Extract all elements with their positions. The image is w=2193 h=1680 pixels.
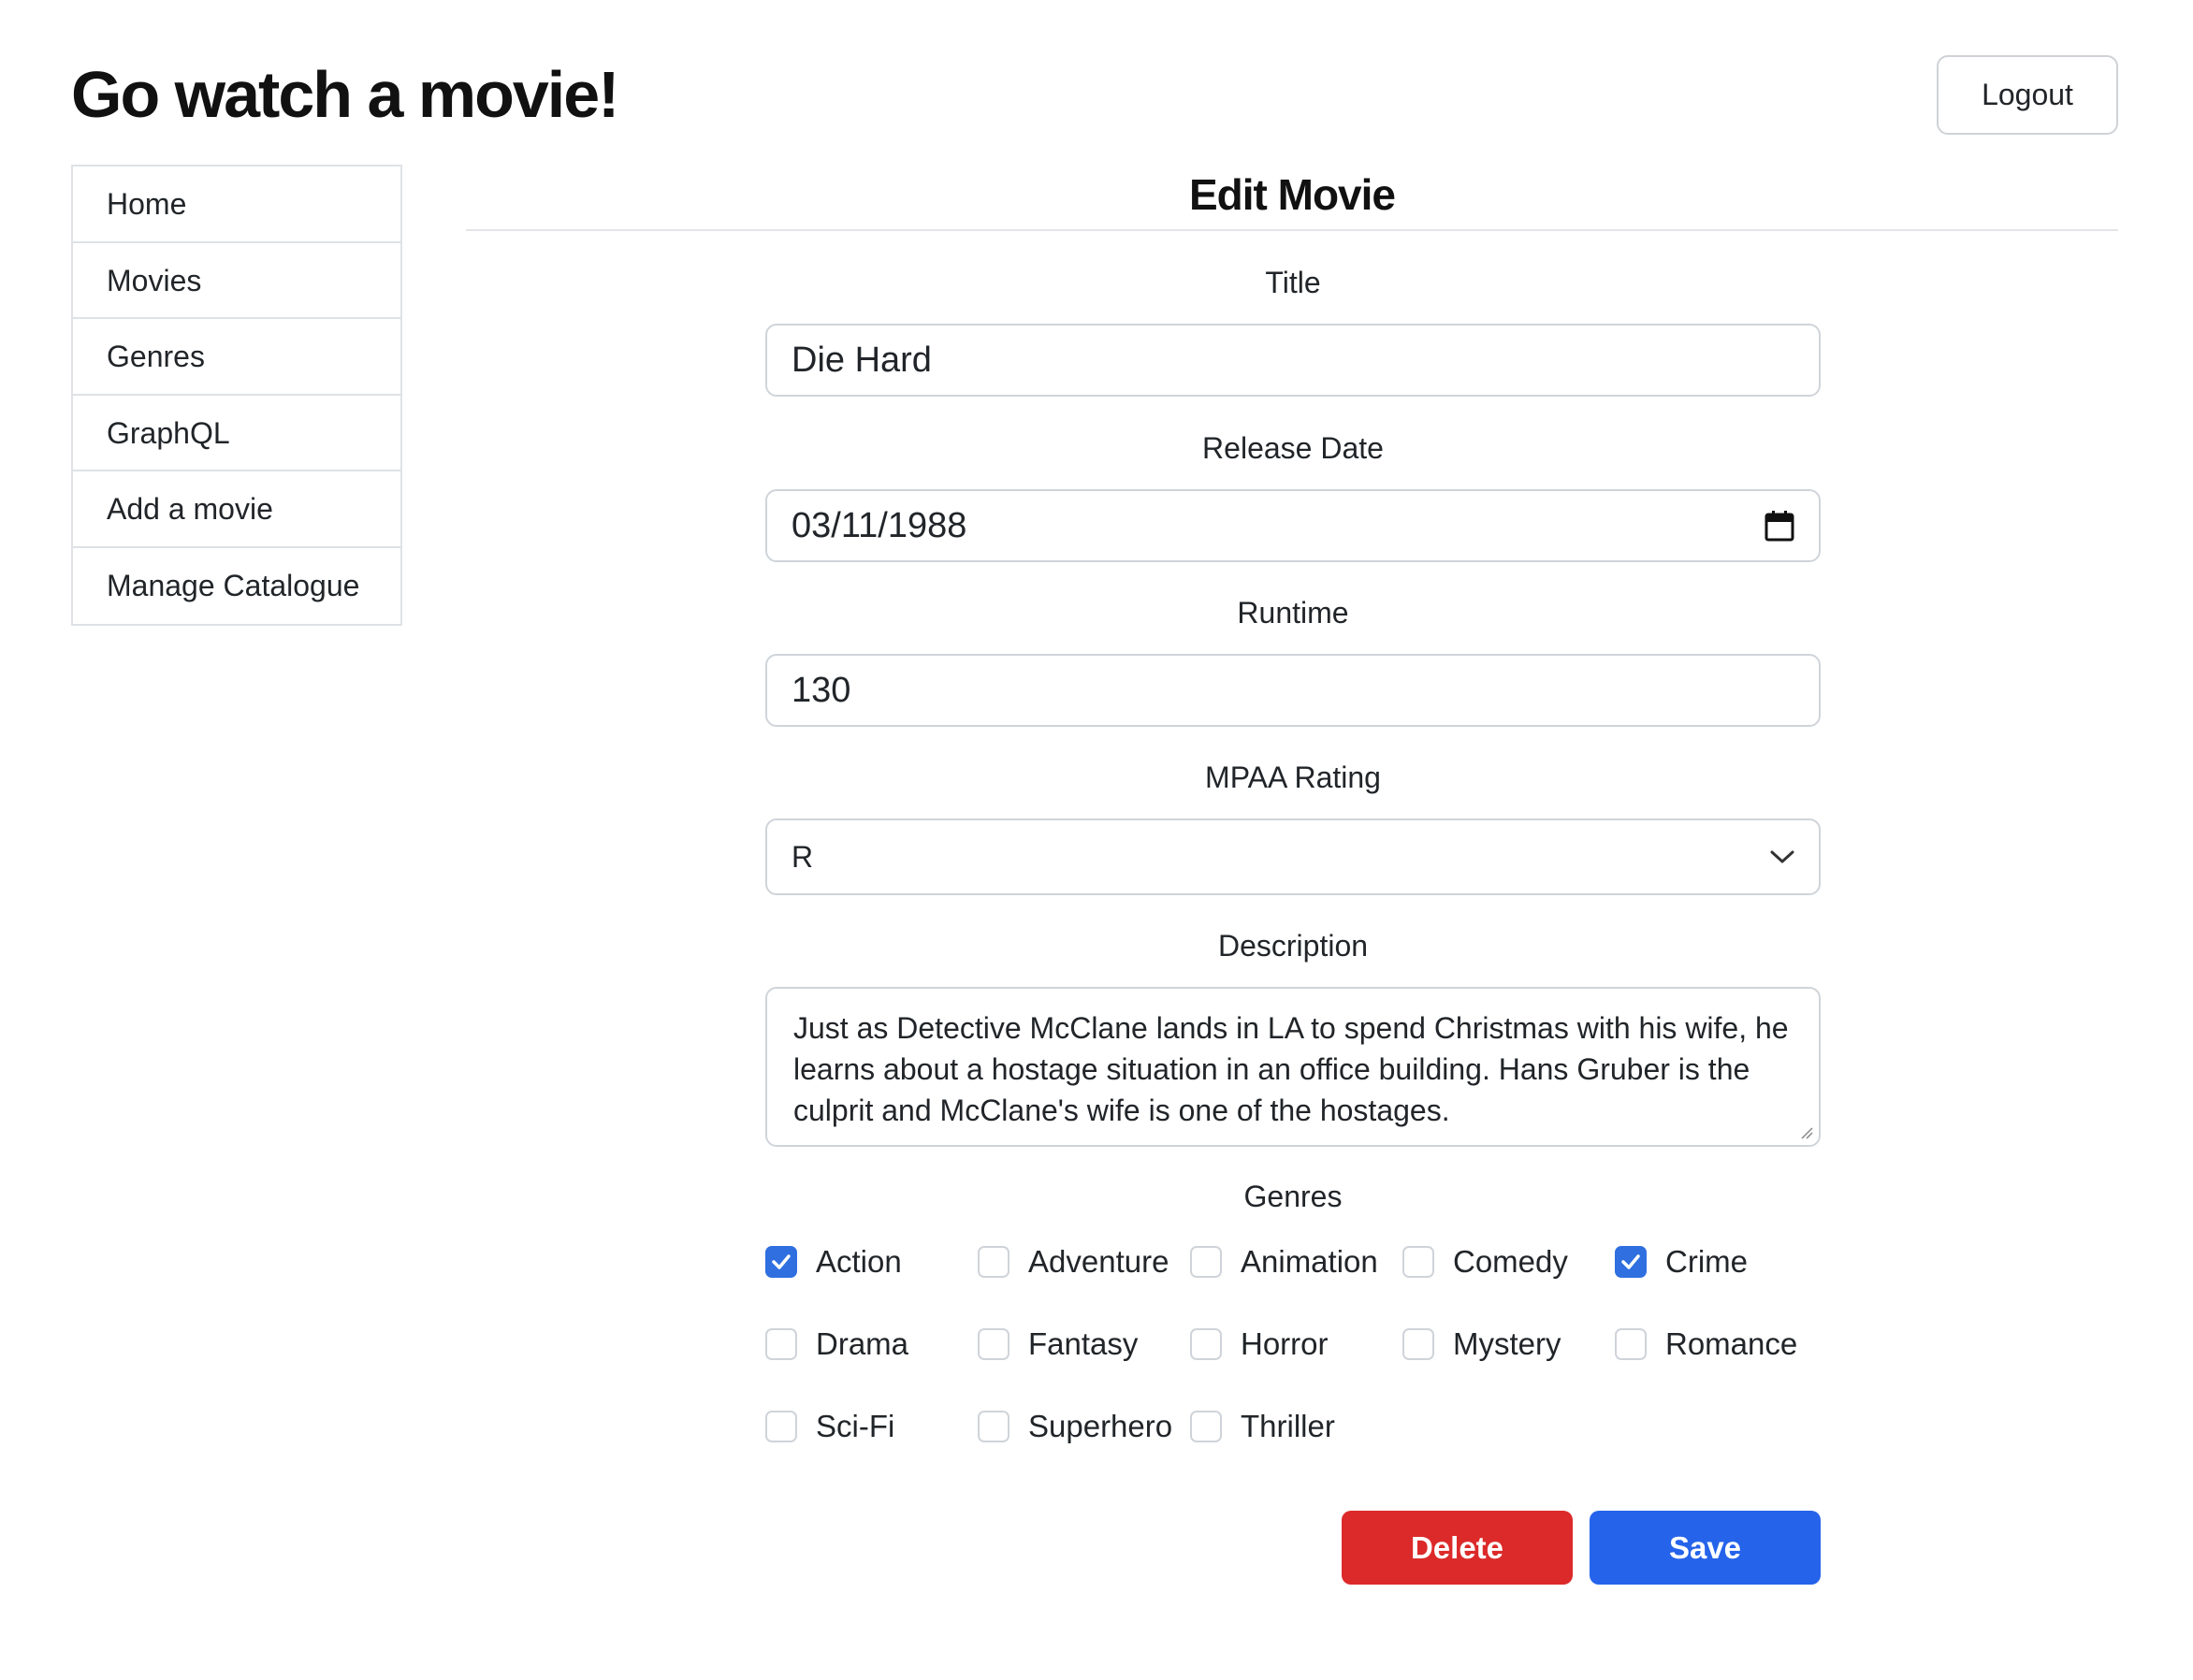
genre-superhero[interactable]: Superhero xyxy=(978,1409,1172,1444)
release-date-input[interactable]: 03/11/1988 xyxy=(765,489,1821,562)
genre-crime[interactable]: Crime xyxy=(1615,1244,1748,1280)
checkbox[interactable] xyxy=(1402,1328,1434,1360)
sidebar-item-movies[interactable]: Movies xyxy=(73,243,400,319)
sidebar-item-genres[interactable]: Genres xyxy=(73,319,400,396)
genre-label: Crime xyxy=(1665,1244,1748,1279)
genre-label: Fantasy xyxy=(1028,1326,1139,1361)
checkbox[interactable] xyxy=(765,1328,797,1360)
chevron-down-icon xyxy=(1770,849,1794,864)
page-title: Edit Movie xyxy=(1188,170,1396,219)
genre-label: Drama xyxy=(816,1326,909,1361)
save-button[interactable]: Save xyxy=(1590,1511,1821,1585)
sidebar-item-manage-catalogue[interactable]: Manage Catalogue xyxy=(73,548,400,625)
release-date-value: 03/11/1988 xyxy=(792,505,967,545)
genre-label: Romance xyxy=(1665,1326,1798,1361)
checkbox[interactable] xyxy=(1402,1246,1434,1278)
runtime-value: 130 xyxy=(792,670,851,710)
genres-label: Genres xyxy=(1243,1180,1343,1213)
runtime-label: Runtime xyxy=(1237,596,1349,630)
checkbox[interactable] xyxy=(1190,1246,1222,1278)
checkbox[interactable] xyxy=(765,1246,797,1278)
genre-comedy[interactable]: Comedy xyxy=(1402,1244,1568,1280)
app-title: Go watch a movie! xyxy=(71,58,619,131)
checkmark-icon xyxy=(772,1254,791,1269)
genre-romance[interactable]: Romance xyxy=(1615,1326,1797,1362)
genre-label: Mystery xyxy=(1453,1326,1561,1361)
sidebar-item-graphql[interactable]: GraphQL xyxy=(73,396,400,471)
checkmark-icon xyxy=(1621,1254,1640,1269)
genre-adventure[interactable]: Adventure xyxy=(978,1244,1169,1280)
genre-label: Adventure xyxy=(1028,1244,1169,1279)
genre-action[interactable]: Action xyxy=(765,1244,902,1280)
genre-drama[interactable]: Drama xyxy=(765,1326,908,1362)
sidebar-item-home[interactable]: Home xyxy=(73,167,400,243)
genre-label: Superhero xyxy=(1028,1409,1173,1443)
mpaa-rating-select[interactable]: R xyxy=(765,818,1821,895)
checkbox[interactable] xyxy=(1615,1246,1647,1278)
genre-horror[interactable]: Horror xyxy=(1190,1326,1329,1362)
checkbox[interactable] xyxy=(1190,1328,1222,1360)
genre-sci-fi[interactable]: Sci-Fi xyxy=(765,1409,894,1444)
checkbox[interactable] xyxy=(765,1411,797,1442)
genre-mystery[interactable]: Mystery xyxy=(1402,1326,1561,1362)
description-text: Just as Detective McClane lands in LA to… xyxy=(793,1011,1789,1127)
genre-label: Horror xyxy=(1241,1326,1329,1361)
release-date-label: Release Date xyxy=(1202,431,1384,465)
checkbox[interactable] xyxy=(978,1246,1009,1278)
title-input-value: Die Hard xyxy=(792,340,932,380)
genre-label: Comedy xyxy=(1453,1244,1568,1279)
genre-thriller[interactable]: Thriller xyxy=(1190,1409,1335,1444)
resize-grip-icon[interactable] xyxy=(1800,1126,1813,1139)
description-label: Description xyxy=(1217,929,1369,963)
checkbox[interactable] xyxy=(978,1411,1009,1442)
mpaa-rating-label: MPAA Rating xyxy=(1205,760,1381,794)
runtime-input[interactable]: 130 xyxy=(765,654,1821,727)
sidebar-item-add-movie[interactable]: Add a movie xyxy=(73,471,400,548)
genre-animation[interactable]: Animation xyxy=(1190,1244,1378,1280)
sidebar-nav: Home Movies Genres GraphQL Add a movie M… xyxy=(71,165,402,626)
genre-label: Animation xyxy=(1241,1244,1378,1279)
genre-label: Thriller xyxy=(1241,1409,1335,1443)
genre-label: Action xyxy=(816,1244,902,1279)
genre-fantasy[interactable]: Fantasy xyxy=(978,1326,1138,1362)
checkbox[interactable] xyxy=(978,1328,1009,1360)
calendar-icon[interactable] xyxy=(1765,510,1794,542)
logout-button[interactable]: Logout xyxy=(1937,55,2118,135)
mpaa-rating-value: R xyxy=(792,839,814,874)
checkbox[interactable] xyxy=(1190,1411,1222,1442)
title-label: Title xyxy=(1265,266,1321,299)
description-textarea[interactable]: Just as Detective McClane lands in LA to… xyxy=(765,987,1821,1147)
genre-label: Sci-Fi xyxy=(816,1409,895,1443)
checkbox[interactable] xyxy=(1615,1328,1647,1360)
delete-button[interactable]: Delete xyxy=(1342,1511,1573,1585)
title-input[interactable]: Die Hard xyxy=(765,324,1821,397)
heading-divider xyxy=(466,229,2118,231)
